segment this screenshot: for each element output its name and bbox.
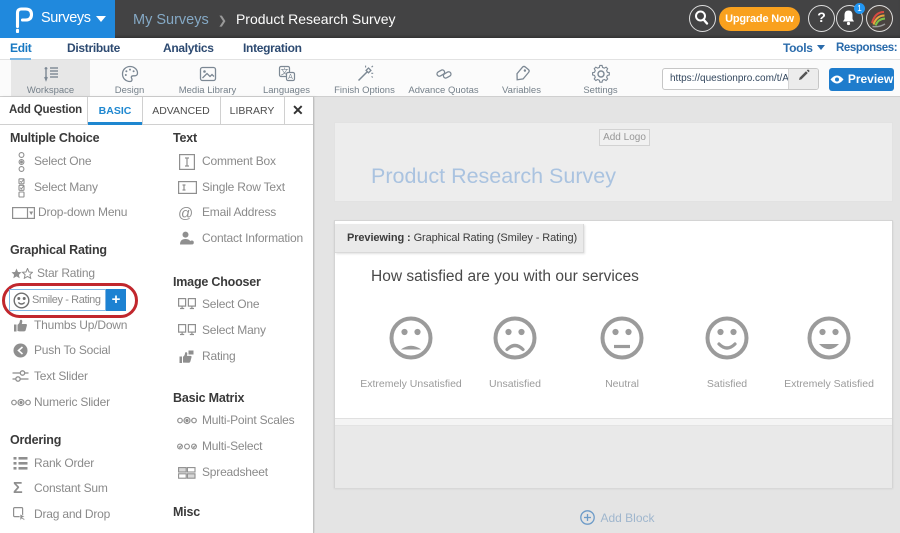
svg-text:A: A — [288, 74, 293, 81]
